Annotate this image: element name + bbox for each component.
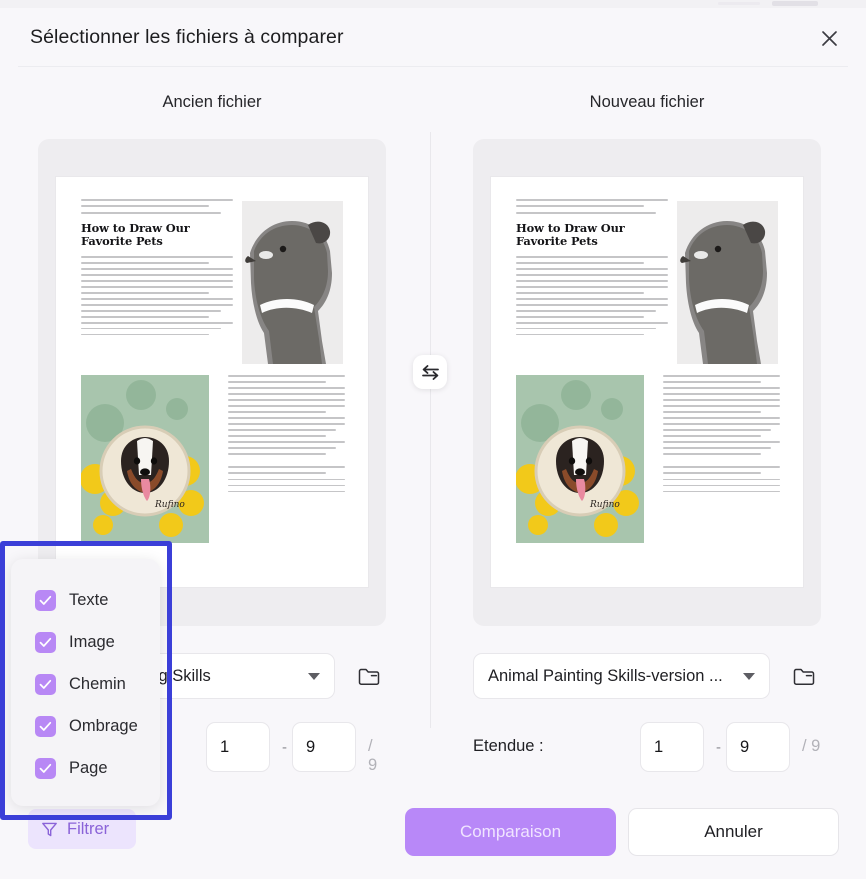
- folder-icon: [358, 668, 380, 685]
- close-button[interactable]: [810, 19, 848, 57]
- swap-files-button[interactable]: [413, 355, 447, 389]
- svg-text:Rufino: Rufino: [589, 500, 620, 510]
- second-column-paragraph: [228, 375, 345, 497]
- swap-arrows-icon: [421, 364, 439, 380]
- checkbox-checked-icon[interactable]: [35, 715, 56, 737]
- funnel-icon: [42, 822, 57, 836]
- embroidered-dog-photo: Rufino: [81, 375, 209, 543]
- new-file-select[interactable]: Animal Painting Skills-version ...: [473, 653, 770, 699]
- range-label: Etendue :: [473, 737, 544, 755]
- page-title: Sélectionner les fichiers à comparer: [30, 26, 344, 48]
- filter-option-page[interactable]: Page: [35, 747, 160, 789]
- close-icon: [821, 30, 837, 46]
- document-heading: How to Draw Our Favorite Pets: [81, 220, 190, 249]
- background-window-element-a: [718, 2, 760, 5]
- second-column-paragraph: [663, 375, 780, 497]
- new-file-controls: Animal Painting Skills-version ...: [473, 653, 821, 699]
- filter-option-label: Chemin: [69, 674, 126, 693]
- filter-option-label: Texte: [69, 590, 109, 609]
- filter-button[interactable]: Filtrer: [28, 809, 136, 849]
- filter-option-label: Ombrage: [69, 716, 138, 735]
- new-range-from-input[interactable]: 1: [640, 722, 704, 772]
- new-file-browse-button[interactable]: [786, 658, 822, 694]
- filter-option-ombrage[interactable]: Ombrage: [35, 705, 160, 747]
- body-paragraph: [516, 255, 668, 336]
- checkbox-checked-icon[interactable]: [35, 757, 56, 779]
- old-range-from-input[interactable]: 1: [206, 722, 270, 772]
- checkbox-checked-icon[interactable]: [35, 631, 56, 653]
- compare-button[interactable]: Comparaison: [405, 808, 616, 856]
- background-window-element-b: [772, 1, 818, 6]
- checkbox-checked-icon[interactable]: [35, 673, 56, 695]
- intro-paragraph: [516, 199, 668, 214]
- filter-option-label: Image: [69, 632, 115, 651]
- checkbox-checked-icon[interactable]: [35, 589, 56, 611]
- new-file-range-row: Etendue : 1 - 9 / 9: [473, 722, 821, 772]
- old-file-column-label: Ancien fichier: [162, 93, 262, 111]
- filter-option-image[interactable]: Image: [35, 621, 160, 663]
- old-range-to-input[interactable]: 9: [292, 722, 356, 772]
- dialog-titlebar: Sélectionner les fichiers à comparer: [0, 8, 866, 67]
- compare-files-dialog-screen: Sélectionner les fichiers à comparer Anc…: [0, 0, 866, 879]
- chevron-down-icon: [743, 672, 755, 680]
- filter-option-label: Page: [69, 758, 108, 777]
- cancel-button[interactable]: Annuler: [628, 808, 839, 856]
- old-range-dash: -: [282, 739, 287, 756]
- filter-options-popup: Texte Image Chemin Ombrage Page: [11, 559, 160, 806]
- new-range-dash: -: [716, 739, 721, 756]
- column-headers: Ancien fichier Nouveau fichier: [0, 93, 866, 127]
- dog-pencil-sketch-image: [677, 201, 778, 364]
- filter-button-label: Filtrer: [67, 819, 110, 838]
- document-heading: How to Draw Our Favorite Pets: [516, 220, 625, 249]
- old-range-total: / 9: [368, 737, 378, 774]
- dialog-panel: Sélectionner les fichiers à comparer Anc…: [0, 8, 866, 879]
- new-file-select-value: Animal Painting Skills-version ...: [488, 666, 723, 685]
- new-file-column-label: Nouveau fichier: [589, 93, 705, 111]
- chevron-down-icon: [308, 672, 320, 680]
- document-page: How to Draw Our Favorite Pets Rufino: [56, 177, 368, 587]
- embroidered-dog-photo: Rufino: [516, 375, 644, 543]
- filter-option-texte[interactable]: Texte: [35, 579, 160, 621]
- dog-pencil-sketch-image: [242, 201, 343, 364]
- svg-text:Rufino: Rufino: [154, 500, 185, 510]
- old-file-preview[interactable]: How to Draw Our Favorite Pets Rufino: [38, 139, 386, 626]
- panel-divider: [430, 132, 431, 728]
- filter-option-chemin[interactable]: Chemin: [35, 663, 160, 705]
- title-divider: [18, 66, 848, 67]
- body-paragraph: [81, 255, 233, 336]
- old-file-browse-button[interactable]: [351, 658, 387, 694]
- parent-window-sliver: [0, 0, 866, 8]
- new-range-total: / 9: [802, 737, 821, 755]
- document-page: How to Draw Our Favorite Pets Rufino: [491, 177, 803, 587]
- intro-paragraph: [81, 199, 233, 214]
- folder-icon: [793, 668, 815, 685]
- new-file-preview[interactable]: How to Draw Our Favorite Pets Rufino: [473, 139, 821, 626]
- new-range-to-input[interactable]: 9: [726, 722, 790, 772]
